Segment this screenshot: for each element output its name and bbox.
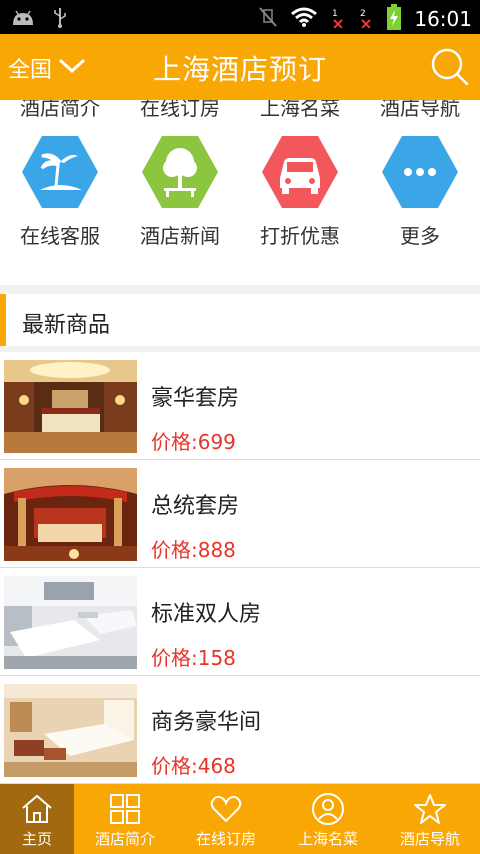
product-image: [4, 684, 137, 777]
nav-item-partial[interactable]: 酒店简介: [0, 100, 120, 118]
more-dots-icon: [380, 132, 460, 212]
product-price: 价格:468: [151, 754, 236, 778]
wifi-icon: [290, 6, 318, 32]
tab-label: 上海名菜: [297, 830, 358, 848]
battery-charging-icon: [386, 4, 402, 34]
product-name: 总统套房: [151, 494, 240, 519]
android-icon: [10, 7, 36, 31]
tab-online-booking[interactable]: 在线订房: [176, 784, 276, 854]
search-icon: [430, 48, 470, 91]
quick-link-hotel-news[interactable]: 酒店新闻: [120, 132, 240, 249]
product-price: 价格:158: [151, 646, 236, 670]
tree-bench-icon: [140, 132, 220, 212]
nav-item-partial[interactable]: 上海名菜: [240, 100, 360, 118]
tab-hotel-navigation[interactable]: 酒店导航: [380, 784, 480, 854]
usb-icon: [52, 6, 68, 32]
section-header: 最新商品: [0, 294, 480, 346]
quick-link-label: 打折优惠: [260, 224, 340, 248]
tab-label: 酒店导航: [399, 830, 460, 848]
tab-hotel-intro[interactable]: 酒店简介: [74, 784, 176, 854]
product-price: 价格:888: [151, 538, 236, 562]
product-item[interactable]: 豪华套房 价格:699: [0, 352, 480, 460]
bottom-navigation: 主页 酒店简介 在线订房 上海名菜 酒店导航: [0, 784, 480, 854]
product-image: [4, 360, 137, 453]
palm-island-icon: [20, 132, 100, 212]
tab-label: 在线订房: [195, 830, 256, 848]
product-name: 豪华套房: [151, 386, 240, 411]
tab-label: 酒店简介: [94, 830, 155, 848]
section-title: 最新商品: [22, 313, 111, 338]
product-item[interactable]: 商务豪华间 价格:468: [0, 676, 480, 784]
status-bar: 1 2 16:01: [0, 0, 480, 34]
product-price: 价格:699: [151, 430, 236, 454]
product-item[interactable]: 标准双人房 价格:158: [0, 568, 480, 676]
mute-icon: [258, 6, 278, 32]
signal-2-icon: 2: [358, 6, 374, 32]
clock: 16:01: [414, 7, 472, 31]
nav-item-partial[interactable]: 酒店导航: [360, 100, 480, 118]
quick-link-online-service[interactable]: 在线客服: [0, 132, 120, 249]
car-icon: [260, 132, 340, 212]
product-name: 标准双人房: [151, 602, 262, 627]
tab-label: 主页: [21, 830, 52, 848]
signal-1-icon: 1: [330, 6, 346, 32]
star-icon: [413, 792, 447, 826]
quick-link-discounts[interactable]: 打折优惠: [240, 132, 360, 249]
search-button[interactable]: [430, 47, 470, 87]
scrolled-nav-row: 酒店简介 在线订房 上海名菜 酒店导航: [0, 100, 480, 118]
divider: [0, 285, 480, 294]
grid-icon: [108, 792, 142, 826]
app-header: 全国 上海酒店预订: [0, 34, 480, 100]
section-accent-bar: [0, 294, 6, 346]
product-item[interactable]: 总统套房 价格:888: [0, 460, 480, 568]
product-image: [4, 576, 137, 669]
heart-icon: [209, 792, 243, 826]
tab-shanghai-dishes[interactable]: 上海名菜: [276, 784, 380, 854]
user-icon: [311, 792, 345, 826]
page-title: 上海酒店预订: [152, 53, 327, 86]
quick-links-grid: 在线客服 酒店新闻 打折优惠 更多: [0, 118, 480, 288]
product-name: 商务豪华间: [151, 710, 262, 735]
quick-link-more[interactable]: 更多: [360, 132, 480, 249]
tab-home[interactable]: 主页: [0, 784, 74, 854]
nav-item-partial[interactable]: 在线订房: [120, 100, 240, 118]
svg-text:2: 2: [360, 9, 366, 19]
quick-link-label: 酒店新闻: [140, 224, 220, 248]
home-icon: [20, 792, 54, 826]
product-image: [4, 468, 137, 561]
quick-link-label: 更多: [400, 224, 440, 248]
quick-link-label: 在线客服: [20, 224, 100, 248]
svg-text:1: 1: [332, 9, 338, 19]
